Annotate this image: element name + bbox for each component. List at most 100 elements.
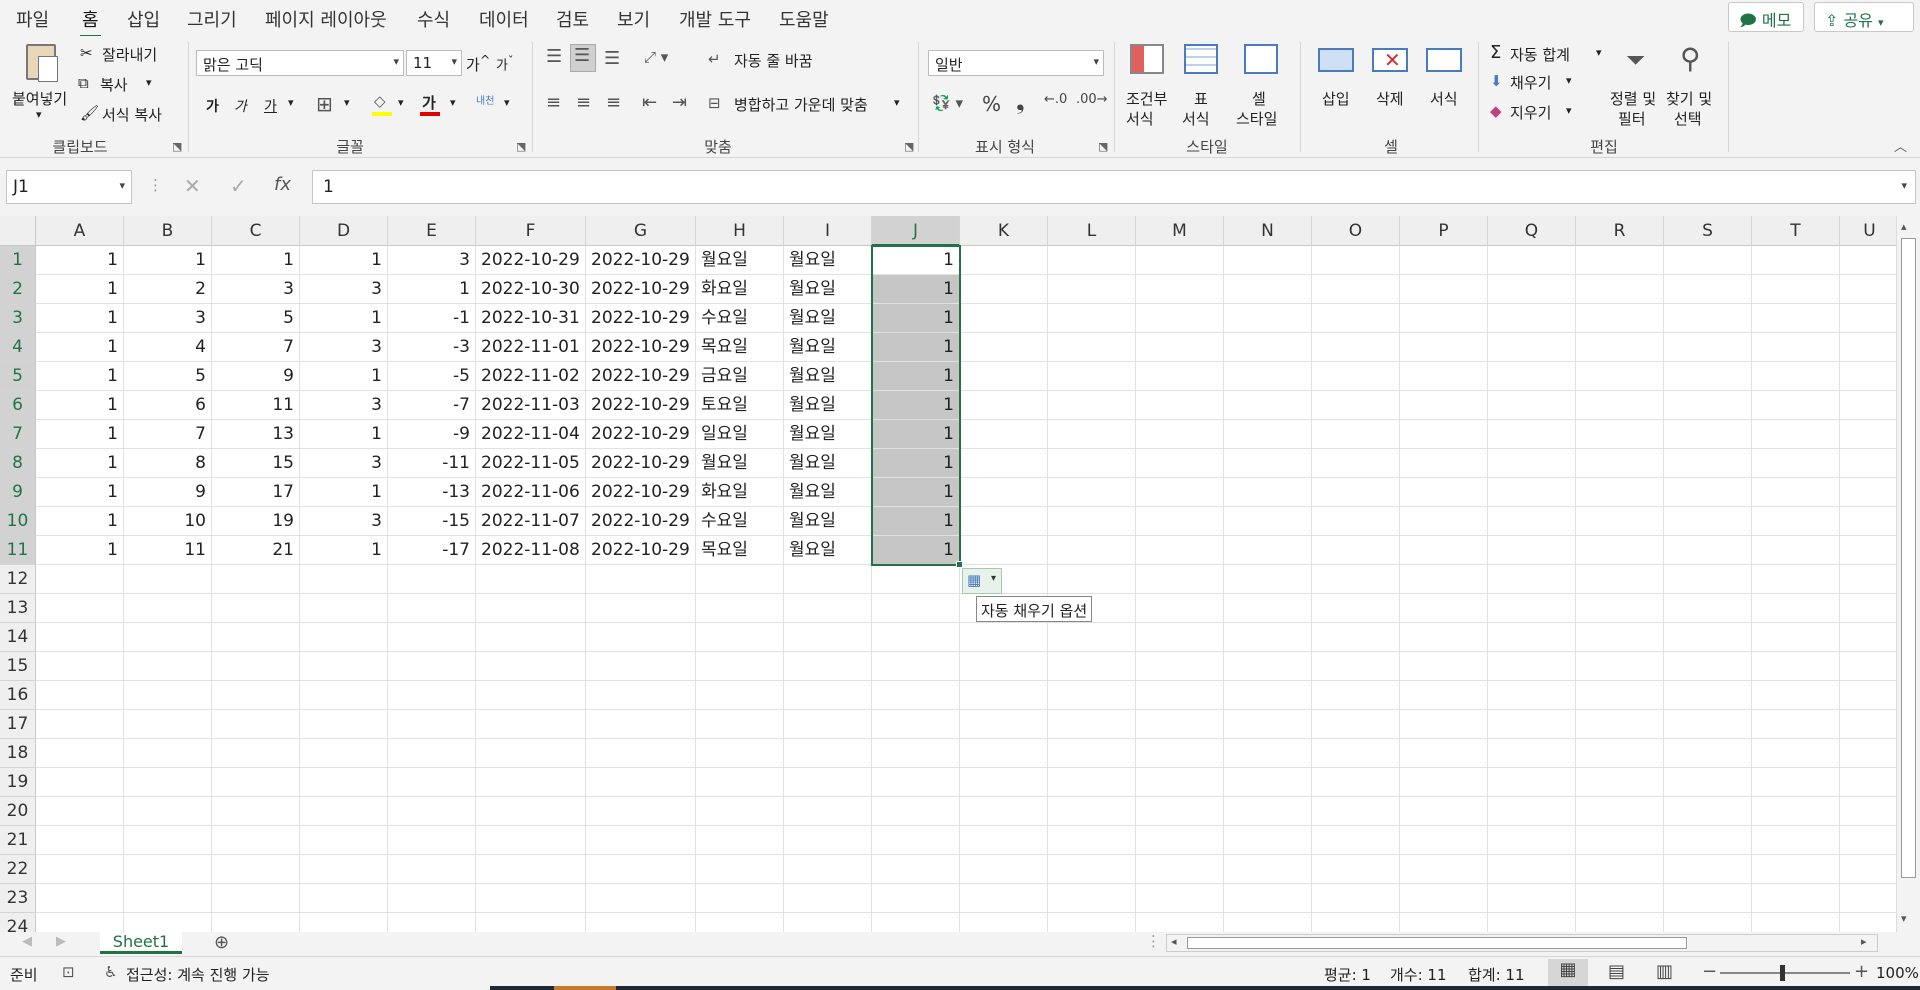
- cell-g17[interactable]: [586, 710, 696, 739]
- cell-o2[interactable]: [1312, 275, 1400, 304]
- cell-u6[interactable]: [1840, 391, 1900, 420]
- cell-q10[interactable]: [1488, 507, 1576, 536]
- cell-c9[interactable]: 17: [212, 478, 300, 507]
- underline-button[interactable]: 가: [264, 96, 277, 116]
- cell-c14[interactable]: [212, 623, 300, 652]
- cell-b8[interactable]: 8: [124, 449, 212, 478]
- cell-k2[interactable]: [960, 275, 1048, 304]
- cell-c11[interactable]: 21: [212, 536, 300, 565]
- cell-o8[interactable]: [1312, 449, 1400, 478]
- cell-p8[interactable]: [1400, 449, 1488, 478]
- autofill-options-button[interactable]: ▦ ▾: [962, 568, 1002, 594]
- cell-n10[interactable]: [1224, 507, 1312, 536]
- cell-l3[interactable]: [1048, 304, 1136, 333]
- cell-a24[interactable]: [36, 913, 124, 932]
- cell-q12[interactable]: [1488, 565, 1576, 594]
- cell-u21[interactable]: [1840, 826, 1900, 855]
- cell-l7[interactable]: [1048, 420, 1136, 449]
- cell-t15[interactable]: [1752, 652, 1840, 681]
- cell-d2[interactable]: 3: [300, 275, 388, 304]
- cell-styles-button[interactable]: 셀 스타일: [1236, 42, 1292, 132]
- cell-o3[interactable]: [1312, 304, 1400, 333]
- cell-h24[interactable]: [696, 913, 784, 932]
- tab-file[interactable]: 파일: [16, 6, 49, 32]
- cell-e11[interactable]: -17: [388, 536, 476, 565]
- cell-n7[interactable]: [1224, 420, 1312, 449]
- cell-g23[interactable]: [586, 884, 696, 913]
- row-header-14[interactable]: 14: [0, 623, 36, 652]
- cell-p13[interactable]: [1400, 594, 1488, 623]
- cell-k14[interactable]: [960, 623, 1048, 652]
- cell-c6[interactable]: 11: [212, 391, 300, 420]
- align-left-icon[interactable]: ≡: [546, 92, 561, 113]
- cell-k22[interactable]: [960, 855, 1048, 884]
- row-header-15[interactable]: 15: [0, 652, 36, 681]
- cell-i23[interactable]: [784, 884, 872, 913]
- cell-u9[interactable]: [1840, 478, 1900, 507]
- cell-g11[interactable]: 2022-10-29: [586, 536, 696, 565]
- align-right-icon[interactable]: ≡: [606, 92, 621, 113]
- cell-p12[interactable]: [1400, 565, 1488, 594]
- cell-d16[interactable]: [300, 681, 388, 710]
- cell-l1[interactable]: [1048, 246, 1136, 275]
- memo-button[interactable]: 🗩 메모: [1728, 2, 1804, 32]
- cell-l15[interactable]: [1048, 652, 1136, 681]
- cell-e5[interactable]: -5: [388, 362, 476, 391]
- cell-f18[interactable]: [476, 739, 586, 768]
- cell-h2[interactable]: 화요일: [696, 275, 784, 304]
- cell-m11[interactable]: [1136, 536, 1224, 565]
- cell-g18[interactable]: [586, 739, 696, 768]
- cell-p16[interactable]: [1400, 681, 1488, 710]
- cell-d23[interactable]: [300, 884, 388, 913]
- column-header-e[interactable]: E: [388, 216, 476, 246]
- cell-i3[interactable]: 월요일: [784, 304, 872, 333]
- cell-p22[interactable]: [1400, 855, 1488, 884]
- decrease-indent-icon[interactable]: ⇤: [642, 92, 657, 113]
- cell-s1[interactable]: [1664, 246, 1752, 275]
- cell-j9[interactable]: 1: [872, 478, 960, 507]
- cell-k16[interactable]: [960, 681, 1048, 710]
- cell-u10[interactable]: [1840, 507, 1900, 536]
- cell-h19[interactable]: [696, 768, 784, 797]
- cell-l5[interactable]: [1048, 362, 1136, 391]
- cell-k9[interactable]: [960, 478, 1048, 507]
- cell-h3[interactable]: 수요일: [696, 304, 784, 333]
- cell-s22[interactable]: [1664, 855, 1752, 884]
- cell-a9[interactable]: 1: [36, 478, 124, 507]
- insert-cells-button[interactable]: 삽입: [1312, 42, 1360, 132]
- cell-m16[interactable]: [1136, 681, 1224, 710]
- cell-k20[interactable]: [960, 797, 1048, 826]
- cell-b12[interactable]: [124, 565, 212, 594]
- cell-b5[interactable]: 5: [124, 362, 212, 391]
- cell-s16[interactable]: [1664, 681, 1752, 710]
- percent-icon[interactable]: %: [982, 92, 1001, 116]
- cell-e6[interactable]: -7: [388, 391, 476, 420]
- cell-d10[interactable]: 3: [300, 507, 388, 536]
- cell-l4[interactable]: [1048, 333, 1136, 362]
- cell-p5[interactable]: [1400, 362, 1488, 391]
- column-header-b[interactable]: B: [124, 216, 212, 246]
- row-header-24[interactable]: 24: [0, 913, 36, 932]
- tab-review[interactable]: 검토: [556, 6, 589, 32]
- cell-g7[interactable]: 2022-10-29: [586, 420, 696, 449]
- cell-p20[interactable]: [1400, 797, 1488, 826]
- cell-h7[interactable]: 일요일: [696, 420, 784, 449]
- cell-m12[interactable]: [1136, 565, 1224, 594]
- cell-d24[interactable]: [300, 913, 388, 932]
- cell-m14[interactable]: [1136, 623, 1224, 652]
- cell-u20[interactable]: [1840, 797, 1900, 826]
- cell-p24[interactable]: [1400, 913, 1488, 932]
- cell-o24[interactable]: [1312, 913, 1400, 932]
- cell-o12[interactable]: [1312, 565, 1400, 594]
- cell-h23[interactable]: [696, 884, 784, 913]
- scroll-down-icon[interactable]: ▾: [1901, 912, 1907, 925]
- cell-s4[interactable]: [1664, 333, 1752, 362]
- cell-t17[interactable]: [1752, 710, 1840, 739]
- cell-b19[interactable]: [124, 768, 212, 797]
- spreadsheet-grid[interactable]: A B C D E F G H I J K L M N O P Q R S T U 1 1 1 1 1 3 2022-10-29 202…: [0, 216, 1920, 932]
- cell-m19[interactable]: [1136, 768, 1224, 797]
- cell-a2[interactable]: 1: [36, 275, 124, 304]
- cell-d15[interactable]: [300, 652, 388, 681]
- cell-t8[interactable]: [1752, 449, 1840, 478]
- cell-a15[interactable]: [36, 652, 124, 681]
